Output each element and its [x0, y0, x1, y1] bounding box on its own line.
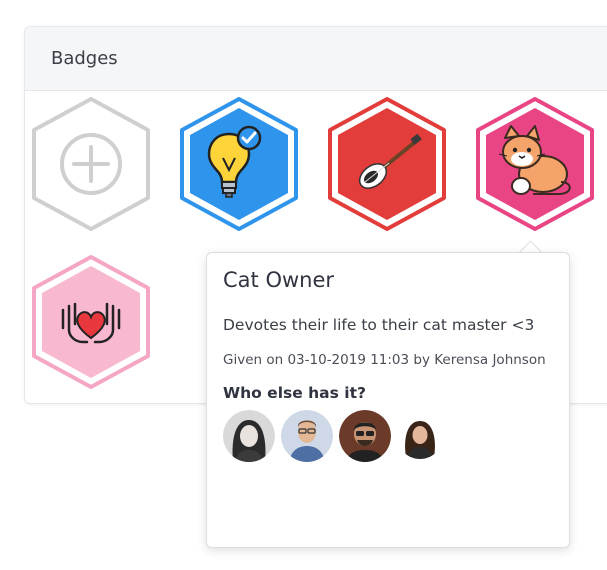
tooltip-given-info: Given on 03-10-2019 11:03 by Kerensa Joh… [223, 352, 546, 368]
card-header: Badges [25, 27, 607, 91]
tooltip-title: Cat Owner [223, 268, 335, 292]
tooltip-description: Devotes their life to their cat master <… [223, 316, 535, 334]
card-title: Badges [51, 48, 118, 69]
badge-guitar[interactable] [325, 96, 449, 232]
avatar[interactable] [339, 410, 391, 462]
add-badge-button[interactable] [29, 96, 153, 232]
avatar[interactable] [281, 410, 333, 462]
badge-cat-owner[interactable] [473, 96, 597, 232]
who-else-heading: Who else has it? [223, 384, 366, 402]
badge-hands-heart[interactable] [29, 254, 153, 390]
avatar[interactable] [223, 410, 275, 462]
avatar-list [223, 410, 553, 462]
avatar[interactable] [397, 413, 443, 459]
badge-lightbulb[interactable] [177, 96, 301, 232]
badge-tooltip: Cat Owner Devotes their life to their ca… [206, 252, 570, 548]
